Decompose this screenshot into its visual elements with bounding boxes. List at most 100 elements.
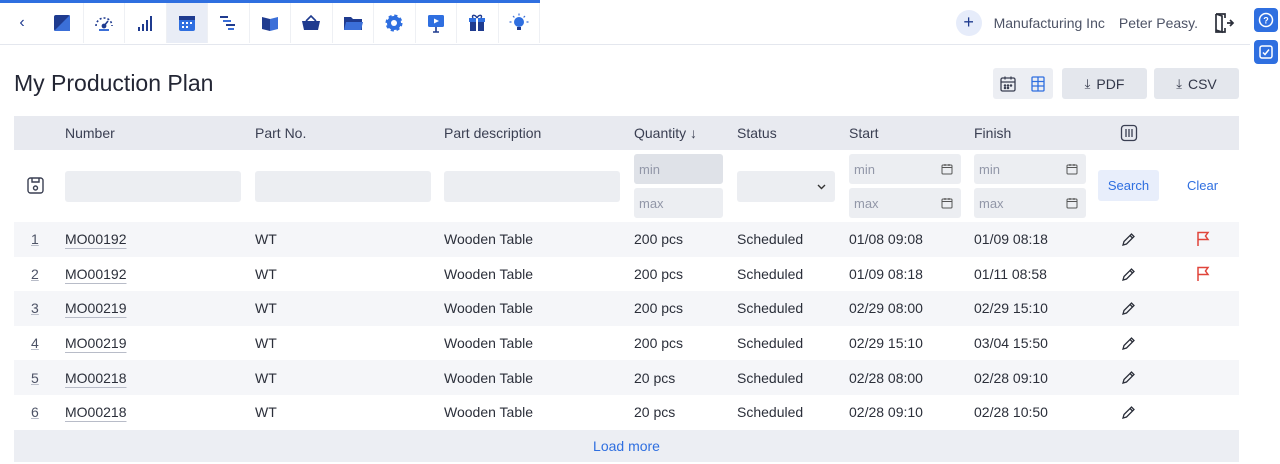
start-cell-wrapper: 02/28 09:10: [849, 395, 923, 430]
quantity-cell: 20 pcs: [634, 404, 676, 421]
column-settings-icon[interactable]: [1120, 116, 1138, 150]
filter-number-input[interactable]: [65, 171, 241, 202]
calendar-view-button[interactable]: [993, 68, 1023, 99]
edit-pencil-icon[interactable]: [1120, 231, 1137, 248]
status-cell-wrapper: Scheduled: [737, 291, 803, 326]
edit-pencil-icon[interactable]: [1120, 404, 1137, 421]
signal-bars-icon[interactable]: [125, 3, 167, 43]
side-actions: ?: [1254, 8, 1278, 72]
filter-start-max[interactable]: max: [849, 188, 961, 218]
part-no-cell-wrapper: WT: [255, 395, 277, 430]
row-index-wrapper: 4: [31, 326, 39, 361]
quantity-max-placeholder: max: [639, 195, 664, 211]
presentation-icon[interactable]: [416, 3, 457, 43]
search-button[interactable]: Search: [1098, 170, 1159, 201]
table-row[interactable]: 5 MO00218 WT Wooden Table 20 pcs Scheduled 02/…: [14, 360, 1239, 395]
filter-start-min[interactable]: min: [849, 154, 961, 184]
filter-finish-max[interactable]: max: [974, 188, 1086, 218]
column-header-number[interactable]: Number: [65, 116, 115, 150]
filter-finish-min[interactable]: min: [974, 154, 1086, 184]
order-number-link-wrapper: MO00192: [65, 257, 126, 292]
gantt-icon[interactable]: [208, 3, 250, 43]
edit-pencil-icon[interactable]: [1120, 369, 1137, 386]
svg-text:?: ?: [1263, 16, 1269, 26]
calendar-icon[interactable]: [941, 163, 953, 175]
quantity-cell-wrapper: 200 pcs: [634, 326, 683, 361]
view-toggle: [993, 68, 1053, 99]
lightbulb-icon[interactable]: [499, 3, 540, 43]
quantity-cell: 200 pcs: [634, 231, 684, 248]
part-description-cell-wrapper: Wooden Table: [444, 257, 533, 292]
table-view-button[interactable]: [1023, 68, 1053, 99]
column-header-start[interactable]: Start: [849, 116, 879, 150]
table-row[interactable]: 2 MO00192 WT Wooden Table 200 pcs Scheduled 01…: [14, 256, 1239, 292]
calendar-icon[interactable]: [941, 197, 953, 209]
order-number-link[interactable]: MO00218: [65, 370, 126, 386]
row-index-wrapper: 1: [31, 222, 39, 257]
flag-icon[interactable]: [1194, 265, 1212, 283]
dashboard-icon[interactable]: [42, 3, 84, 43]
order-number-link[interactable]: MO00192: [65, 231, 126, 247]
calendar-icon[interactable]: [1066, 163, 1078, 175]
start-cell: 02/28 08:00: [849, 369, 923, 386]
export-pdf-button[interactable]: ⤓ PDF: [1062, 68, 1147, 99]
clear-button[interactable]: Clear: [1172, 170, 1233, 201]
start-cell: 02/28 09:10: [849, 404, 923, 421]
column-header-part-description[interactable]: Part description: [444, 116, 541, 150]
order-number-link[interactable]: MO00219: [65, 335, 126, 351]
folder-icon[interactable]: [333, 3, 374, 43]
export-pdf-label: PDF: [1096, 75, 1125, 92]
order-number-link[interactable]: MO00192: [65, 266, 126, 282]
row-index: 4: [31, 335, 39, 352]
gauge-icon[interactable]: [84, 3, 125, 43]
back-chevron-icon[interactable]: ‹: [8, 5, 36, 41]
logout-icon[interactable]: [1212, 11, 1236, 35]
filter-part-description-input[interactable]: [444, 171, 620, 202]
table-row[interactable]: 3 MO00219 WT Wooden Table 200 pcs Scheduled 02…: [14, 291, 1239, 326]
gear-icon[interactable]: [374, 3, 416, 43]
column-header-status[interactable]: Status: [737, 116, 777, 150]
load-more-button[interactable]: Load more: [14, 429, 1239, 462]
table-row[interactable]: 4 MO00219 WT Wooden Table 200 pcs Scheduled 02…: [14, 325, 1239, 361]
column-header-finish[interactable]: Finish: [974, 116, 1011, 150]
basket-icon[interactable]: [291, 3, 333, 43]
user-name[interactable]: Peter Peasy.: [1119, 15, 1198, 31]
toolbar-right: + Manufacturing Inc Peter Peasy.: [955, 0, 1250, 45]
filter-row: min max min max min max Search Clear: [14, 150, 1239, 222]
save-filter-icon[interactable]: [26, 176, 45, 195]
tasks-checkbox-icon[interactable]: [1254, 40, 1278, 64]
export-csv-label: CSV: [1187, 75, 1217, 92]
part-description-cell: Wooden Table: [444, 404, 533, 421]
finish-cell: 03/04 15:50: [974, 335, 1048, 352]
quantity-cell: 20 pcs: [634, 369, 676, 386]
calendar-icon[interactable]: [1066, 197, 1078, 209]
edit-pencil-icon[interactable]: [1120, 266, 1137, 283]
edit-pencil-icon[interactable]: [1120, 335, 1137, 352]
filter-quantity-max[interactable]: max: [634, 188, 723, 218]
start-cell-wrapper: 01/08 09:08: [849, 222, 923, 257]
table-row[interactable]: 6 MO00218 WT Wooden Table 20 pcs Scheduled 02/…: [14, 394, 1239, 430]
order-number-link[interactable]: MO00219: [65, 300, 126, 316]
table-row[interactable]: 1 MO00192 WT Wooden Table 200 pcs Scheduled 01…: [14, 222, 1239, 257]
finish-cell-wrapper: 02/28 10:50: [974, 395, 1048, 430]
company-name[interactable]: Manufacturing Inc: [994, 15, 1105, 31]
status-cell: Scheduled: [737, 300, 804, 317]
export-csv-button[interactable]: ⤓ CSV: [1154, 68, 1239, 99]
part-no-cell-wrapper: WT: [255, 257, 277, 292]
help-icon[interactable]: ?: [1254, 8, 1278, 32]
flag-icon[interactable]: [1194, 230, 1212, 248]
module-icon-bar: [42, 3, 540, 43]
add-button[interactable]: +: [955, 9, 982, 36]
order-number-link[interactable]: MO00218: [65, 404, 126, 420]
finish-cell: 01/11 08:58: [974, 265, 1047, 282]
part-description-cell: Wooden Table: [444, 335, 533, 352]
filter-quantity-min[interactable]: min: [634, 154, 723, 184]
filter-part-no-input[interactable]: [255, 171, 431, 202]
filter-status-select[interactable]: [737, 171, 835, 202]
book-icon[interactable]: [250, 3, 291, 43]
edit-pencil-icon[interactable]: [1120, 300, 1137, 317]
column-header-quantity[interactable]: Quantity ↓: [634, 116, 697, 150]
calendar-icon[interactable]: [166, 3, 208, 43]
gift-icon[interactable]: [457, 3, 499, 43]
column-header-part-no[interactable]: Part No.: [255, 116, 306, 150]
